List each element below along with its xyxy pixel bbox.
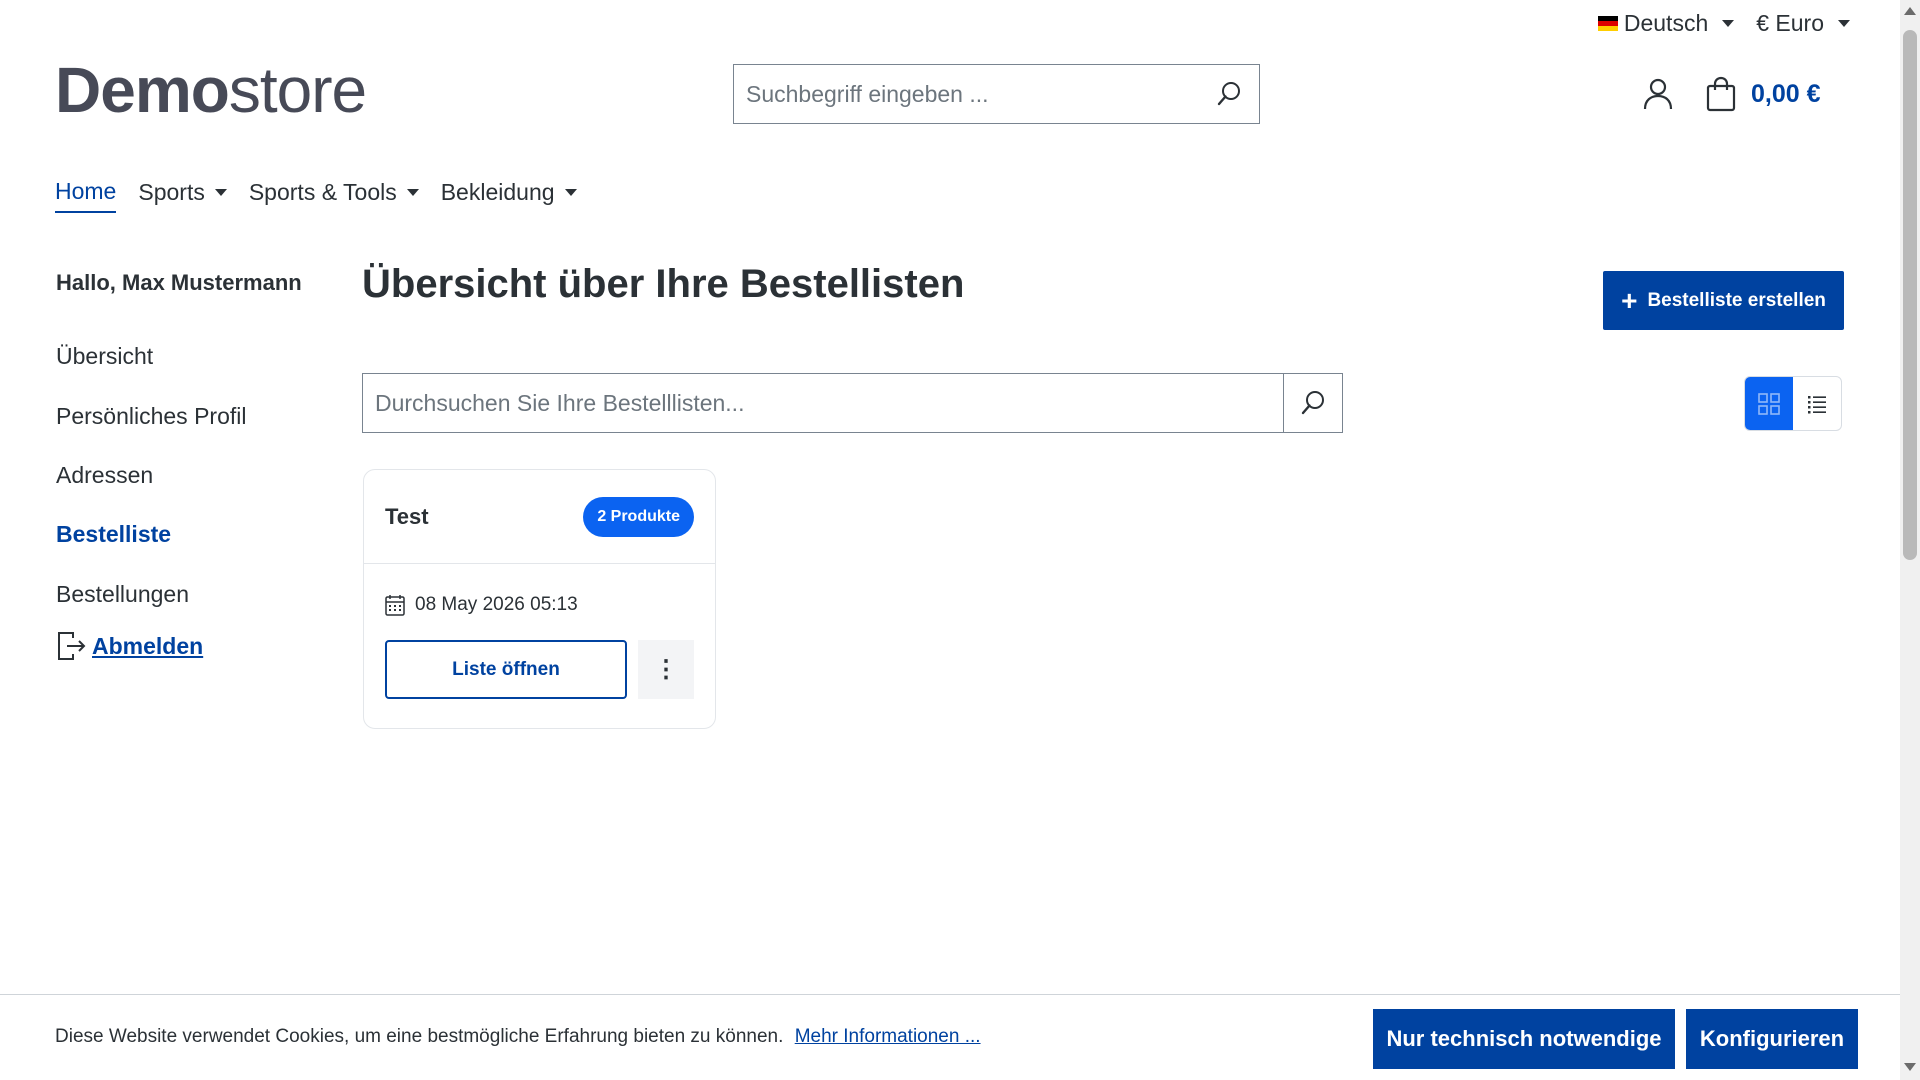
top-bar: Deutsch € Euro <box>1597 10 1850 37</box>
logo[interactable]: Demostore <box>55 58 367 122</box>
view-toggle <box>1744 376 1842 431</box>
chevron-down-icon <box>564 189 577 196</box>
cookie-configure-button[interactable]: Konfigurieren <box>1686 1009 1858 1069</box>
calendar-icon <box>385 595 405 616</box>
create-order-list-button[interactable]: + Bestelliste erstellen <box>1603 271 1844 330</box>
nav-item-label: Bekleidung <box>440 179 555 205</box>
list-icon <box>1808 395 1826 413</box>
cart-total: 0,00 € <box>1751 79 1821 108</box>
nav-item-label: Home <box>55 178 117 204</box>
account-greeting: Hallo, Max Mustermann <box>56 270 302 295</box>
main-nav: Home Sports Sports & Tools Bekleidung <box>55 178 577 213</box>
user-icon <box>1643 78 1673 110</box>
nav-item-home[interactable]: Home <box>55 178 117 213</box>
search-icon <box>1301 391 1324 415</box>
order-list-search-input[interactable] <box>363 374 1283 432</box>
search-icon <box>1217 82 1240 106</box>
open-list-button[interactable]: Liste öffnen <box>385 640 627 699</box>
chevron-down-icon <box>1722 20 1735 27</box>
order-list-search-button[interactable] <box>1283 374 1342 432</box>
header-search <box>733 64 1260 124</box>
cookie-text-row: Diese Website verwendet Cookies, um eine… <box>55 1026 981 1048</box>
cookie-necessary-button[interactable]: Nur technisch notwendige <box>1373 1009 1675 1069</box>
search-input[interactable] <box>734 65 1199 123</box>
product-count-badge: 2 Produkte <box>583 496 694 537</box>
cookie-message: Diese Website verwendet Cookies, um eine… <box>55 1026 784 1047</box>
plus-icon: + <box>1621 284 1638 316</box>
logo-light-text: store <box>228 54 367 126</box>
currency-switcher[interactable]: € Euro <box>1756 10 1850 37</box>
language-switcher[interactable]: Deutsch <box>1597 10 1735 37</box>
sidebar-item-order-list[interactable]: Bestelliste <box>56 521 171 548</box>
create-order-list-label: Bestelliste erstellen <box>1647 289 1826 311</box>
flag-de-icon <box>1597 16 1618 31</box>
logout-icon <box>58 632 86 660</box>
card-header: Test 2 Produkte <box>364 470 715 564</box>
account-button[interactable] <box>1640 76 1676 112</box>
language-label: Deutsch <box>1623 10 1709 36</box>
more-vertical-icon: ⋮ <box>654 656 678 683</box>
page-title: Übersicht über Ihre Bestellisten <box>362 262 965 306</box>
currency-label: € Euro <box>1756 10 1824 36</box>
shopping-bag-icon <box>1706 76 1736 112</box>
nav-item-label: Sports <box>138 179 205 205</box>
sidebar-item-overview[interactable]: Übersicht <box>56 343 153 370</box>
nav-item-sports-tools[interactable]: Sports & Tools <box>249 178 419 213</box>
chevron-down-icon <box>1838 20 1850 27</box>
nav-item-sports[interactable]: Sports <box>138 178 227 213</box>
grid-icon <box>1758 392 1780 415</box>
search-button[interactable] <box>1199 65 1259 123</box>
list-view-button[interactable] <box>1793 377 1841 430</box>
sidebar-item-orders[interactable]: Bestellungen <box>56 581 189 608</box>
order-list-search <box>362 373 1343 433</box>
more-options-button[interactable]: ⋮ <box>638 640 694 699</box>
chevron-down-icon <box>406 189 419 196</box>
scroll-down-icon[interactable] <box>1904 1063 1916 1071</box>
cart-button[interactable]: 0,00 € <box>1705 76 1821 112</box>
order-list-name: Test <box>385 503 429 529</box>
sidebar-item-addresses[interactable]: Adressen <box>56 462 153 489</box>
cookie-more-info-link[interactable]: Mehr Informationen ... <box>795 1026 981 1047</box>
order-list-date-row: 08 May 2026 05:13 <box>364 594 715 616</box>
grid-view-button[interactable] <box>1745 377 1793 430</box>
order-list-date: 08 May 2026 05:13 <box>415 594 578 615</box>
nav-item-label: Sports & Tools <box>248 179 397 205</box>
nav-item-bekleidung[interactable]: Bekleidung <box>441 178 577 213</box>
chevron-down-icon <box>214 189 227 196</box>
scroll-up-icon[interactable] <box>1904 7 1916 15</box>
card-actions: Liste öffnen ⋮ <box>364 640 715 699</box>
scrollbar-thumb[interactable] <box>1903 30 1917 560</box>
logo-bold-text: Demo <box>55 54 230 126</box>
order-list-card: Test 2 Produkte 08 May 2026 05:13 Liste … <box>363 469 716 729</box>
sidebar-item-profile[interactable]: Persönliches Profil <box>56 403 246 430</box>
logout-link[interactable]: Abmelden <box>56 630 203 662</box>
logout-label: Abmelden <box>92 632 204 659</box>
